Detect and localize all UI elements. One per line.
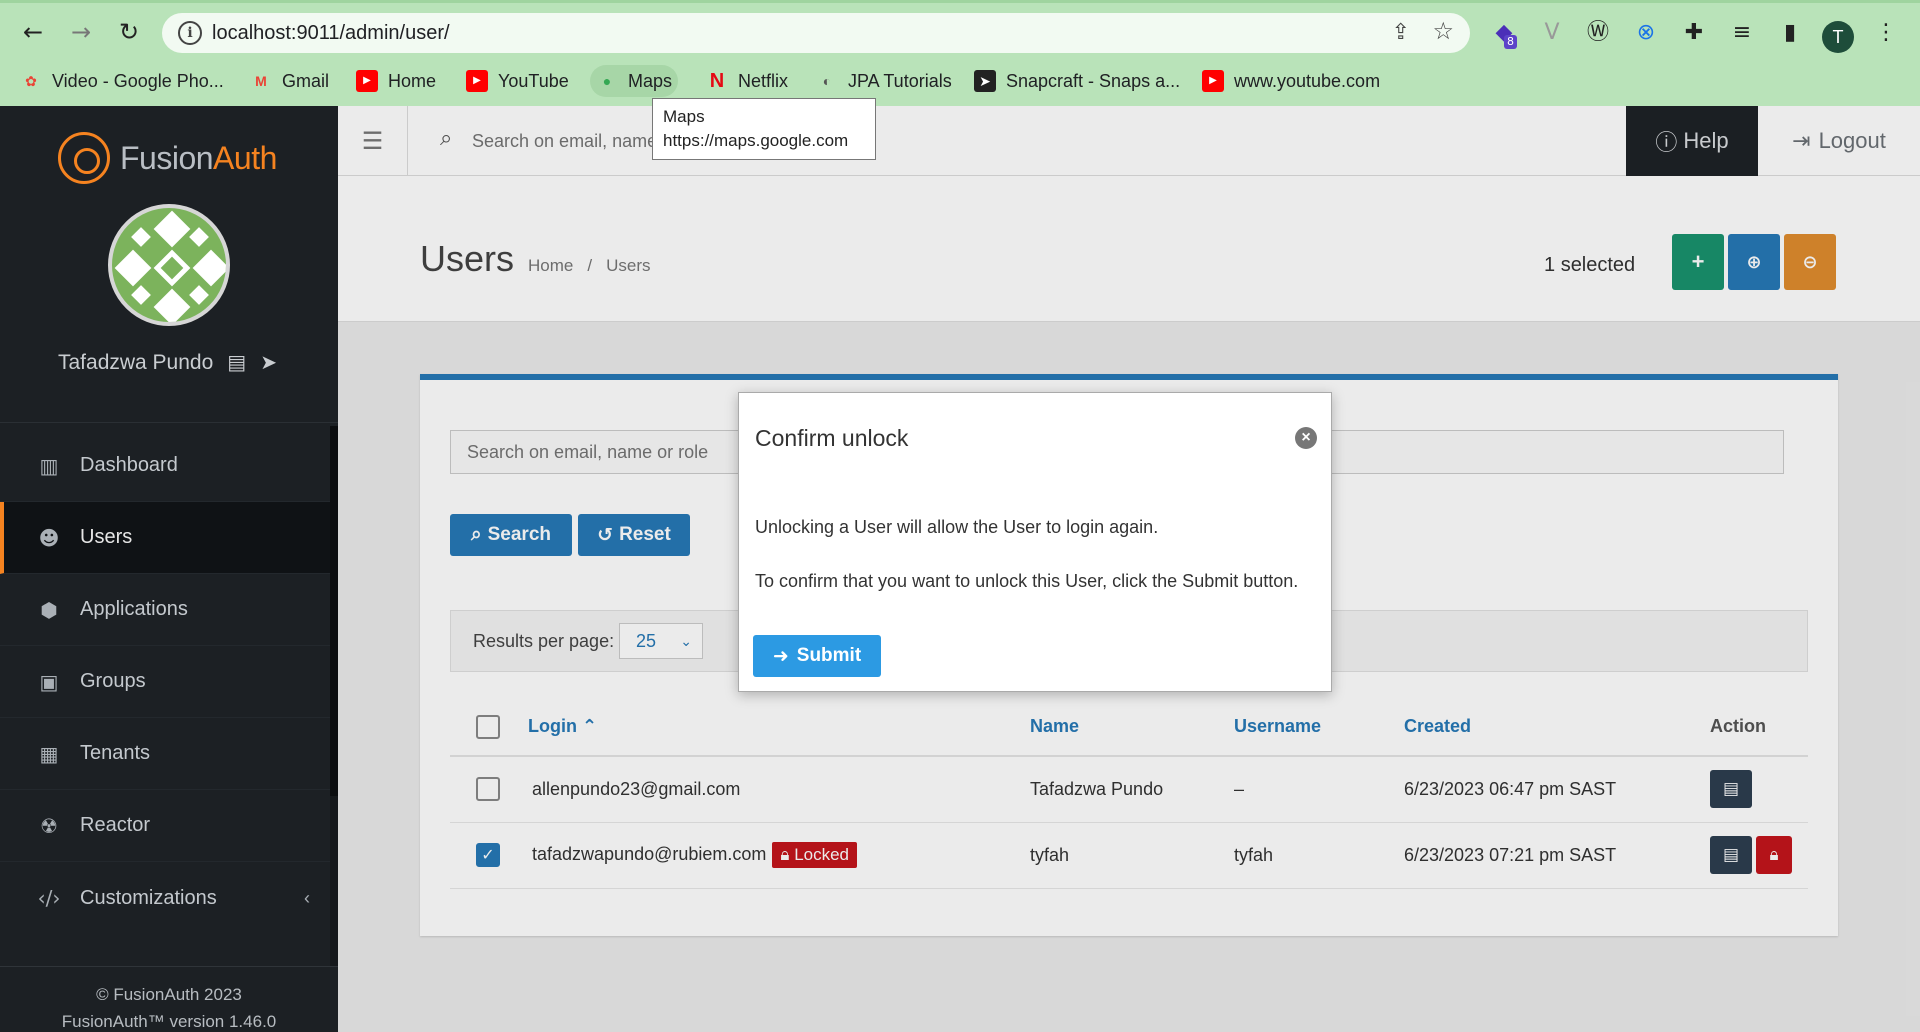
confirm-unlock-dialog: Confirm unlock × Unlocking a User will a… <box>738 392 1332 692</box>
sidebar-item-label: Reactor <box>80 814 151 836</box>
bookmark-maps[interactable]: ● Maps <box>590 65 679 97</box>
gmail-icon: M <box>255 73 267 89</box>
bookmark-home[interactable]: ▶ Home <box>350 65 442 97</box>
youtube-icon: ▶ <box>466 70 488 92</box>
close-icon[interactable]: × <box>1295 427 1317 449</box>
columns-icon: ▥ <box>39 453 59 478</box>
dialog-message-1: Unlocking a User will allow the User to … <box>755 517 1159 537</box>
sidebar-item-users[interactable]: ☻ Users <box>0 502 330 574</box>
cube-icon: ⬢ <box>40 597 58 622</box>
extension-badge: 8 <box>1504 35 1517 49</box>
reload-icon[interactable]: ↻ <box>114 17 144 47</box>
tooltip-url: https://maps.google.com <box>663 131 849 150</box>
chevron-left-icon: ‹ <box>304 887 310 908</box>
browser-menu-icon[interactable]: ⋮ <box>1872 19 1900 47</box>
sidebar-item-label: Users <box>80 526 133 548</box>
snapcraft-icon: ➤ <box>974 70 996 92</box>
bookmark-label: JPA Tutorials <box>848 70 952 91</box>
bookmark-label: Snapcraft - Snaps a... <box>1006 70 1181 91</box>
bookmark-youtube[interactable]: ▶ YouTube <box>460 65 575 97</box>
sidebar-item-groups[interactable]: ▣ Groups <box>0 646 330 718</box>
fusionauth-logo[interactable]: FusionAuth <box>58 132 277 184</box>
sidebar-item-label: Groups <box>80 670 146 692</box>
sidebar-item-reactor[interactable]: ☢ Reactor <box>0 790 330 862</box>
submit-label: Submit <box>796 645 862 666</box>
submit-button[interactable]: ➜ Submit <box>753 635 881 677</box>
vue-devtools-icon[interactable]: V <box>1538 19 1566 47</box>
sidebar-scrollbar-thumb[interactable] <box>330 426 338 796</box>
side-panel-icon[interactable]: ▮ <box>1776 19 1804 47</box>
version-text: FusionAuth™ version 1.46.0 <box>61 1012 277 1031</box>
wordpress-icon[interactable]: Ⓦ <box>1584 19 1612 47</box>
users-icon: ☻ <box>38 525 60 550</box>
tooltip-title: Maps <box>663 107 705 126</box>
id-card-icon[interactable]: ▤ <box>227 350 246 375</box>
netflix-icon: N <box>709 70 725 92</box>
sidebar-footer: © FusionAuth 2023 FusionAuth™ version 1.… <box>0 966 338 1032</box>
dialog-message-2: To confirm that you want to unlock this … <box>755 571 1299 591</box>
sidebar: FusionAuth Tafadzwa Pundo ▤ ➤ ▥ Dashboard… <box>0 106 338 1032</box>
bookmark-label: Netflix <box>738 70 789 91</box>
bookmark-snapcraft[interactable]: ➤ Snapcraft - Snaps a... <box>968 65 1186 97</box>
bookmark-label: Video - Google Pho... <box>52 70 224 91</box>
code-icon: ‹/› <box>37 886 61 910</box>
browser-toolbar: ← → ↻ i localhost:9011/admin/user/ ⇪ ☆ ◆… <box>0 7 1920 59</box>
extensions-puzzle-icon[interactable]: ✚ <box>1680 19 1708 47</box>
building-icon: ▦ <box>39 741 59 766</box>
bookmark-youtube-com[interactable]: ▶ www.youtube.com <box>1196 65 1386 97</box>
sidebar-divider <box>0 422 338 423</box>
bookmark-star-icon[interactable]: ☆ <box>1432 17 1454 46</box>
forward-icon[interactable]: → <box>66 17 96 47</box>
share-icon[interactable]: ⇪ <box>1392 19 1410 45</box>
user-avatar <box>108 204 230 326</box>
bookmark-jpa-tutorials[interactable]: ◐ JPA Tutorials <box>810 65 958 97</box>
sidebar-item-dashboard[interactable]: ▥ Dashboard <box>0 430 330 502</box>
back-icon[interactable]: ← <box>18 17 48 47</box>
bookmarks-bar: ✿ Video - Google Pho... M Gmail ▶ Home ▶ You… <box>0 61 1920 101</box>
sidebar-item-applications[interactable]: ⬢ Applications <box>0 574 330 646</box>
sidebar-item-customizations[interactable]: ‹/› Customizations ‹ <box>0 862 330 934</box>
bookmark-tooltip: Maps https://maps.google.com <box>652 98 876 160</box>
youtube-icon: ▶ <box>1202 70 1224 92</box>
object-group-icon: ▣ <box>39 669 59 694</box>
sidebar-menu: ▥ Dashboard ☻ Users ⬢ Applications ▣ Groups … <box>0 430 330 934</box>
reading-list-icon[interactable]: ≡ <box>1728 19 1756 47</box>
logo-text: FusionAuth <box>120 139 277 176</box>
bookmark-label: Home <box>388 70 437 91</box>
bookmark-label: Maps <box>628 70 673 91</box>
bookmark-label: www.youtube.com <box>1234 70 1381 91</box>
copyright-text: © FusionAuth 2023 <box>96 985 242 1004</box>
sidebar-item-label: Customizations <box>80 886 217 909</box>
fusionauth-logo-icon <box>58 132 110 184</box>
sidebar-item-label: Tenants <box>80 742 151 764</box>
site-info-icon[interactable]: i <box>178 21 202 45</box>
youtube-icon: ▶ <box>356 70 378 92</box>
user-name: Tafadzwa Pundo <box>58 350 214 374</box>
bookmark-label: YouTube <box>498 70 569 91</box>
radiation-icon: ☢ <box>40 813 58 838</box>
location-arrow-icon[interactable]: ➤ <box>260 350 277 375</box>
maps-pin-icon: ● <box>602 73 612 89</box>
sidebar-item-label: Applications <box>80 598 188 620</box>
sidebar-item-label: Dashboard <box>80 454 178 476</box>
browser-chrome: ← → ↻ i localhost:9011/admin/user/ ⇪ ☆ ◆… <box>0 0 1920 106</box>
address-bar[interactable]: i localhost:9011/admin/user/ ⇪ ☆ <box>162 13 1470 53</box>
google-photos-icon: ✿ <box>25 73 37 89</box>
bookmark-gmail[interactable]: M Gmail <box>244 65 335 97</box>
dialog-title: Confirm unlock <box>755 425 909 451</box>
extension-stack-icon[interactable]: ◆ 8 <box>1490 19 1518 49</box>
url-text[interactable]: localhost:9011/admin/user/ <box>212 22 450 45</box>
globe-icon: ◐ <box>822 73 832 89</box>
profile-avatar[interactable]: T <box>1822 21 1854 53</box>
bookmark-netflix[interactable]: N Netflix <box>700 65 794 97</box>
bookmark-label: Gmail <box>282 70 330 91</box>
sidebar-item-tenants[interactable]: ▦ Tenants <box>0 718 330 790</box>
translate-extension-icon[interactable]: ⊗ <box>1632 19 1660 47</box>
bookmark-google-photos[interactable]: ✿ Video - Google Pho... <box>14 65 230 97</box>
sidebar-user: Tafadzwa Pundo ▤ ➤ <box>58 350 277 375</box>
arrow-right-icon: ➜ <box>772 645 789 667</box>
